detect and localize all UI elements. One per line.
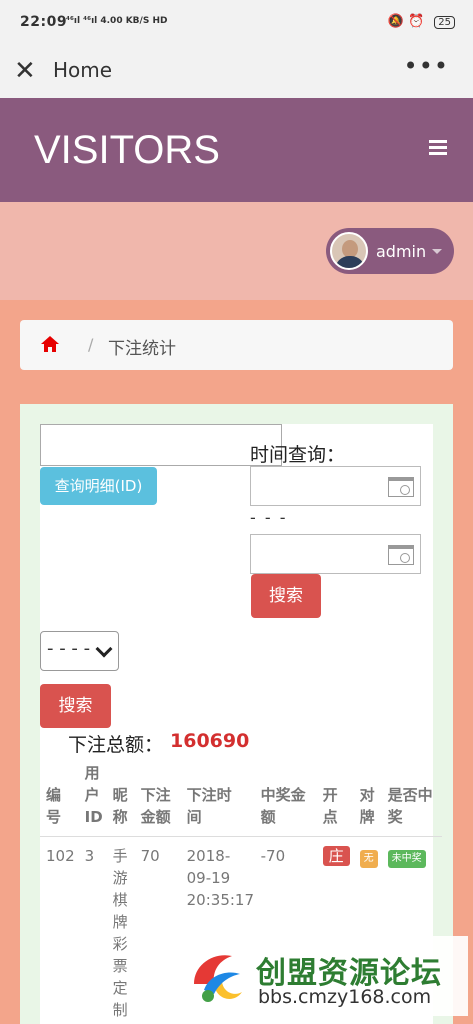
watermark-url: bbs.cmzy168.com (258, 986, 432, 1008)
close-icon[interactable]: ✕ (14, 56, 36, 86)
status-bar: 22:09 ⁴⁶ıl ⁴⁶ıl 4.00 KB/S HD 🔕 ⏰ 25 (0, 0, 473, 46)
col-header-time: 下注时间 (186, 786, 232, 826)
cell-bet: 70 (140, 847, 160, 865)
site-header: VISITORS (0, 98, 473, 202)
query-detail-button[interactable]: 查询明细(ID) (40, 467, 157, 505)
status-right: 🔕 ⏰ 25 (388, 14, 455, 29)
alarm-icon: ⏰ (407, 14, 425, 29)
end-date-input[interactable] (250, 534, 421, 574)
date-range-separator: - - - (250, 508, 288, 527)
filter-search-button[interactable]: 搜索 (40, 684, 111, 728)
calendar-icon[interactable] (388, 545, 414, 565)
breadcrumb-current: 下注统计 (108, 339, 176, 359)
breadcrumb: / 下注统计 (20, 320, 453, 370)
time-query-label: 时间查询： (250, 444, 346, 466)
user-id-input[interactable] (40, 424, 282, 466)
signal-indicators: ⁴⁶ıl ⁴⁶ıl 4.00 KB/S HD (66, 16, 168, 26)
pair-badge: 无 (359, 850, 378, 868)
table-header-row: 编号 用户ID 昵称 下注金额 下注时间 中奖金额 开点 对牌 是否中奖 (40, 762, 442, 837)
point-badge: 庄 (322, 846, 350, 866)
caret-down-icon (432, 249, 442, 254)
user-name: admin (376, 242, 427, 261)
select-value: - - - - (47, 638, 91, 659)
app-bar-title: Home (53, 58, 113, 82)
start-date-input[interactable] (250, 466, 421, 506)
cell-id: 102 (46, 847, 75, 865)
content-panel: 查询明细(ID) 时间查询： - - - 搜索 - - - - 搜索 下注总额：… (20, 404, 453, 1024)
status-time: 22:09 (20, 14, 68, 30)
total-bet-label: 下注总额： (68, 734, 164, 756)
chevron-down-icon (95, 640, 113, 658)
home-icon[interactable] (40, 335, 60, 353)
filter-select[interactable]: - - - - (40, 631, 119, 671)
content-card: 查询明细(ID) 时间查询： - - - 搜索 - - - - 搜索 下注总额：… (40, 424, 442, 1024)
breadcrumb-separator: / (88, 335, 94, 354)
mute-icon: 🔕 (387, 14, 404, 29)
cell-nickname: 手游棋牌彩票定制 (112, 847, 128, 1019)
battery-indicator: 25 (434, 16, 455, 29)
result-badge: 未中奖 (387, 850, 426, 868)
col-header-pair: 对牌 (359, 786, 375, 826)
watermark-logo (194, 955, 242, 1002)
cell-user-id: 3 (84, 847, 95, 865)
col-header-bet: 下注金额 (140, 786, 171, 826)
col-header-win: 中奖金额 (260, 786, 306, 826)
col-header-result: 是否中奖 (387, 786, 433, 826)
date-search-button[interactable]: 搜索 (251, 574, 321, 618)
user-bar: admin (0, 202, 473, 300)
calendar-icon[interactable] (388, 477, 414, 497)
more-icon[interactable]: ••• (404, 52, 449, 80)
avatar (330, 232, 368, 270)
total-bet-value: 160690 (170, 730, 250, 752)
col-header-user-id: 用户ID (84, 764, 103, 826)
forum-watermark: 创盟资源论坛 bbs.cmzy168.com (178, 936, 468, 1016)
site-brand[interactable]: VISITORS (34, 128, 220, 173)
col-header-nickname: 昵称 (112, 786, 128, 826)
user-menu-button[interactable]: admin (326, 228, 454, 274)
hamburger-icon[interactable] (429, 140, 447, 158)
app-bar: ✕ Home ••• (0, 46, 473, 98)
col-header-point: 开点 (322, 786, 338, 826)
col-header-id: 编号 (46, 786, 62, 826)
